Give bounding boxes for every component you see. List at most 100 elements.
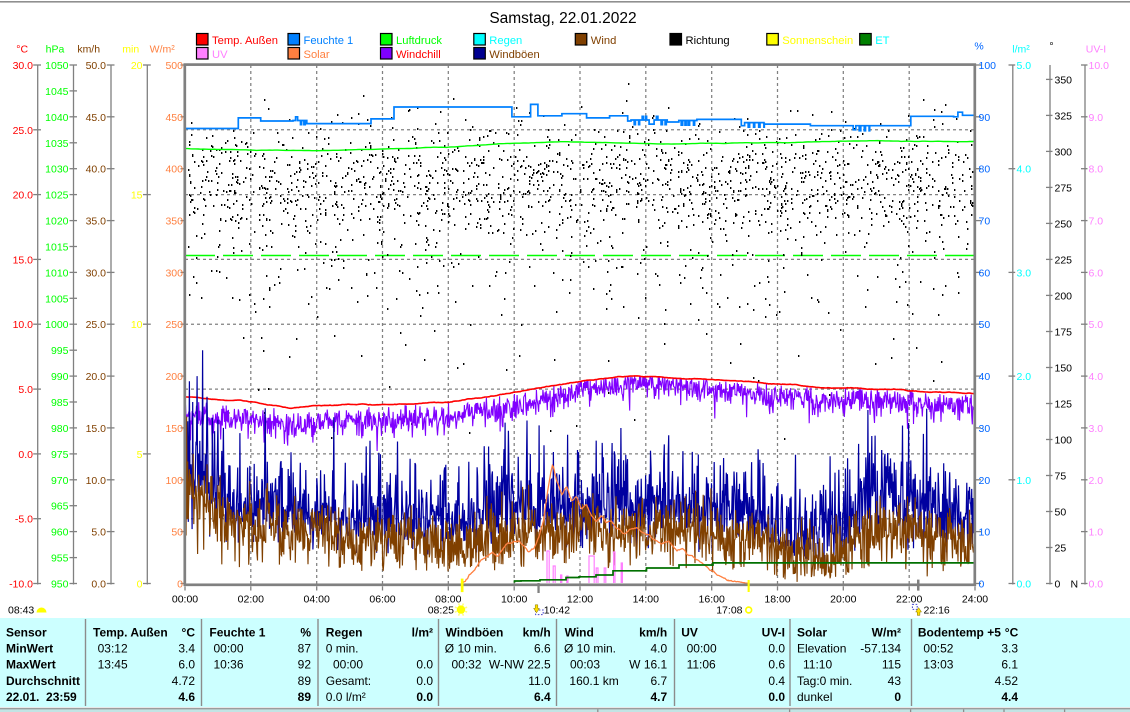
svg-text:50: 50 <box>171 527 183 539</box>
svg-text:225: 225 <box>1055 254 1073 266</box>
svg-text:W-NW 22.5: W-NW 22.5 <box>489 658 551 672</box>
svg-text:l/m²: l/m² <box>412 626 433 640</box>
svg-text:22:16: 22:16 <box>924 605 950 617</box>
svg-text:43: 43 <box>888 674 902 688</box>
svg-text:87: 87 <box>298 642 312 656</box>
svg-text:min: min <box>122 44 139 56</box>
svg-text:1015: 1015 <box>45 242 69 254</box>
svg-text:970: 970 <box>51 475 69 487</box>
svg-text:Solar: Solar <box>304 49 330 61</box>
svg-text:2.0: 2.0 <box>1017 371 1032 383</box>
svg-text:965: 965 <box>51 501 69 513</box>
svg-text:22:00: 22:00 <box>896 594 922 606</box>
svg-text:UV: UV <box>212 49 228 61</box>
svg-text:Sensor: Sensor <box>6 626 47 640</box>
svg-text:100: 100 <box>979 60 997 72</box>
svg-text:Durchschnitt: Durchschnitt <box>6 674 80 688</box>
svg-text:4.0: 4.0 <box>651 642 668 656</box>
svg-text:0: 0 <box>894 690 901 704</box>
svg-text:35.0: 35.0 <box>86 216 107 228</box>
svg-text:Luftdruck: Luftdruck <box>396 35 442 47</box>
svg-text:0.0: 0.0 <box>1089 579 1104 591</box>
svg-text:980: 980 <box>51 423 69 435</box>
svg-text:500: 500 <box>165 60 183 72</box>
svg-text:Ø 10 min.: Ø 10 min. <box>445 642 497 656</box>
svg-text:0.6: 0.6 <box>768 658 785 672</box>
svg-text:W/m²: W/m² <box>872 626 901 640</box>
svg-text:950: 950 <box>51 579 69 591</box>
svg-text:20.0: 20.0 <box>86 371 107 383</box>
svg-text:3.0: 3.0 <box>1089 423 1104 435</box>
svg-text:Feuchte 1: Feuchte 1 <box>209 626 265 640</box>
svg-text:6.0: 6.0 <box>178 658 195 672</box>
svg-text:7.0: 7.0 <box>1089 216 1104 228</box>
svg-text:°C: °C <box>16 44 28 56</box>
svg-text:-5.0: -5.0 <box>15 514 33 526</box>
svg-text:%: % <box>300 626 311 640</box>
svg-text:20.0: 20.0 <box>13 190 34 202</box>
svg-text:11:10: 11:10 <box>803 658 832 672</box>
svg-text:250: 250 <box>1055 218 1073 230</box>
svg-text:Bodentemp +5: Bodentemp +5 <box>918 626 1001 640</box>
svg-text:10:00: 10:00 <box>501 594 527 606</box>
svg-text:Temp. Außen: Temp. Außen <box>212 35 278 47</box>
svg-text:5.0: 5.0 <box>1089 319 1104 331</box>
svg-text:995: 995 <box>51 345 69 357</box>
svg-text:0: 0 <box>177 579 183 591</box>
svg-text:60: 60 <box>979 267 991 279</box>
svg-text:80: 80 <box>979 164 991 176</box>
svg-text:8.0: 8.0 <box>1089 164 1104 176</box>
svg-text:Temp. Außen: Temp. Außen <box>93 626 168 640</box>
svg-text:955: 955 <box>51 553 69 565</box>
svg-text:1045: 1045 <box>45 86 69 98</box>
svg-text:10:36: 10:36 <box>214 658 244 672</box>
svg-text:11:06: 11:06 <box>687 658 716 672</box>
svg-text:1025: 1025 <box>45 190 69 202</box>
svg-text:6.6: 6.6 <box>534 642 551 656</box>
svg-text:90: 90 <box>979 112 991 124</box>
svg-text:0 min.: 0 min. <box>326 642 359 656</box>
svg-text:1.0: 1.0 <box>1017 475 1032 487</box>
svg-text:4.7: 4.7 <box>651 690 668 704</box>
svg-text:04:00: 04:00 <box>304 594 330 606</box>
svg-text:-10.0: -10.0 <box>9 579 33 591</box>
svg-text:08:25: 08:25 <box>428 605 454 617</box>
svg-text:20:00: 20:00 <box>830 594 856 606</box>
svg-text:0.0: 0.0 <box>416 690 433 704</box>
svg-text:5: 5 <box>137 449 143 461</box>
svg-text:Feuchte 1: Feuchte 1 <box>304 35 354 47</box>
svg-text:985: 985 <box>51 397 69 409</box>
svg-text:50: 50 <box>1055 507 1067 519</box>
svg-text:450: 450 <box>165 112 183 124</box>
svg-text:6.7: 6.7 <box>651 674 668 688</box>
svg-text:17:08: 17:08 <box>716 605 742 617</box>
svg-text:250: 250 <box>165 319 183 331</box>
svg-text:km/h: km/h <box>523 626 551 640</box>
svg-text:125: 125 <box>1055 399 1073 411</box>
svg-text:350: 350 <box>1055 74 1073 86</box>
svg-text:6.1: 6.1 <box>1001 658 1018 672</box>
svg-text:100: 100 <box>165 475 183 487</box>
svg-text:0: 0 <box>979 579 985 591</box>
svg-text:1030: 1030 <box>45 164 69 176</box>
svg-text:Ø 10 min.: Ø 10 min. <box>564 642 616 656</box>
svg-text:W/m²: W/m² <box>150 44 176 56</box>
svg-text:00:52: 00:52 <box>923 642 953 656</box>
svg-text:13:45: 13:45 <box>98 658 128 672</box>
svg-text:0: 0 <box>1055 579 1061 591</box>
svg-text:00:03: 00:03 <box>570 658 600 672</box>
svg-text:25.0: 25.0 <box>13 125 34 137</box>
svg-text:2.0: 2.0 <box>1089 475 1104 487</box>
svg-text:160.1 km: 160.1 km <box>569 674 618 688</box>
svg-text:15.0: 15.0 <box>13 254 34 266</box>
svg-text:14:00: 14:00 <box>633 594 659 606</box>
svg-text:40.0: 40.0 <box>86 164 107 176</box>
svg-text:Sonnenschein: Sonnenschein <box>782 35 853 47</box>
svg-text:%: % <box>974 41 983 53</box>
svg-text:15: 15 <box>131 190 143 202</box>
svg-text:Windchill: Windchill <box>396 49 441 61</box>
svg-text:275: 275 <box>1055 182 1073 194</box>
svg-text:9.0: 9.0 <box>1089 112 1104 124</box>
svg-text:1000: 1000 <box>45 319 69 331</box>
svg-text:06:00: 06:00 <box>369 594 395 606</box>
